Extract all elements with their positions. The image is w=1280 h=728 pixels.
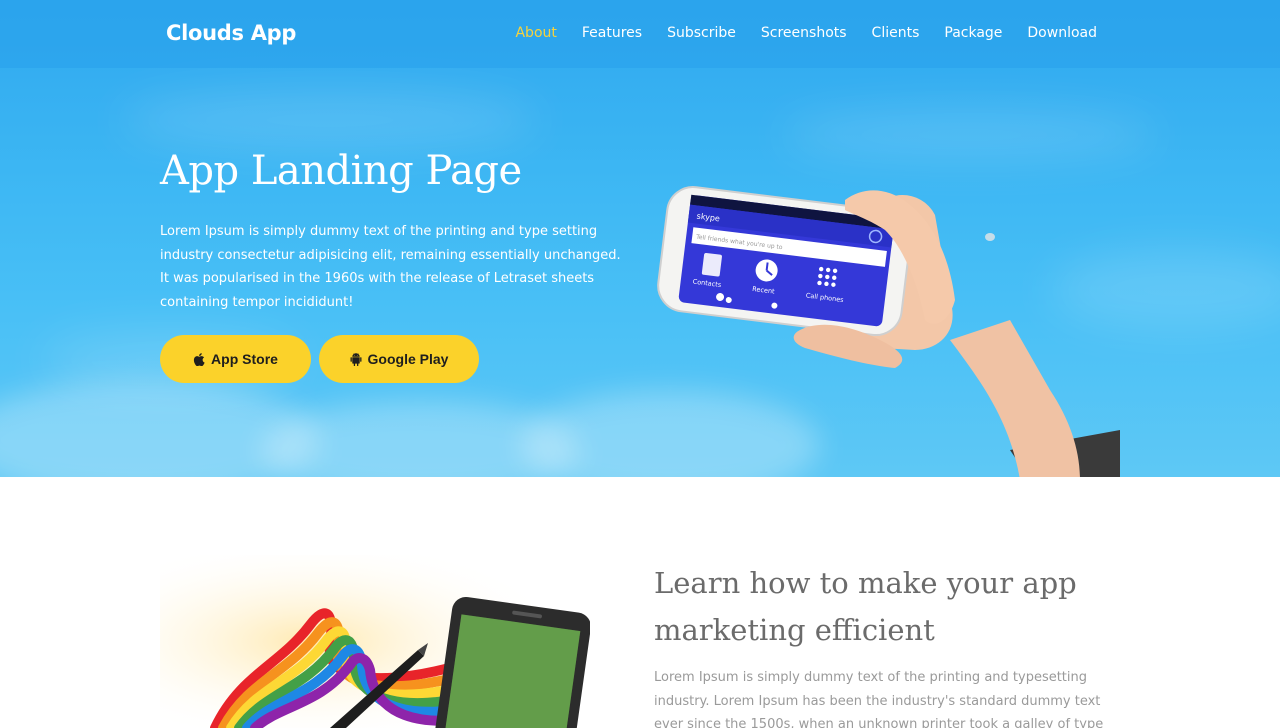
hero-description: Lorem Ipsum is simply dummy text of the … [160, 224, 621, 310]
section-description: Lorem Ipsum is simply dummy text of the … [654, 670, 1104, 728]
app-store-button[interactable]: App Store [160, 335, 311, 383]
navbar: Clouds App About Features Subscribe Scre… [0, 0, 1280, 68]
nav-item-features[interactable]: Features [582, 25, 642, 41]
nav-item-download[interactable]: Download [1027, 25, 1097, 41]
app-store-label: App Store [211, 351, 278, 367]
hero-title: App Landing Page [160, 148, 522, 194]
cloud-decoration [120, 90, 540, 150]
phone-stylus-rainbow-image [160, 555, 590, 728]
apple-icon [193, 352, 205, 366]
cloud-decoration [780, 110, 1160, 160]
hero-section: Clouds App About Features Subscribe Scre… [0, 0, 1280, 477]
brand-logo[interactable]: Clouds App [166, 21, 296, 45]
nav-item-about[interactable]: About [515, 25, 556, 41]
phone-in-hand-image: skype Tell friends what you're up to Con… [650, 180, 1120, 477]
nav-item-subscribe[interactable]: Subscribe [667, 25, 736, 41]
section-title: Learn how to make your app marketing eff… [654, 566, 1077, 647]
main-nav: About Features Subscribe Screenshots Cli… [490, 25, 1097, 41]
nav-item-screenshots[interactable]: Screenshots [761, 25, 847, 41]
android-icon [350, 352, 362, 366]
google-play-button[interactable]: Google Play [319, 335, 479, 383]
nav-item-clients[interactable]: Clients [872, 25, 920, 41]
nav-item-package[interactable]: Package [944, 25, 1002, 41]
google-play-label: Google Play [367, 351, 449, 367]
